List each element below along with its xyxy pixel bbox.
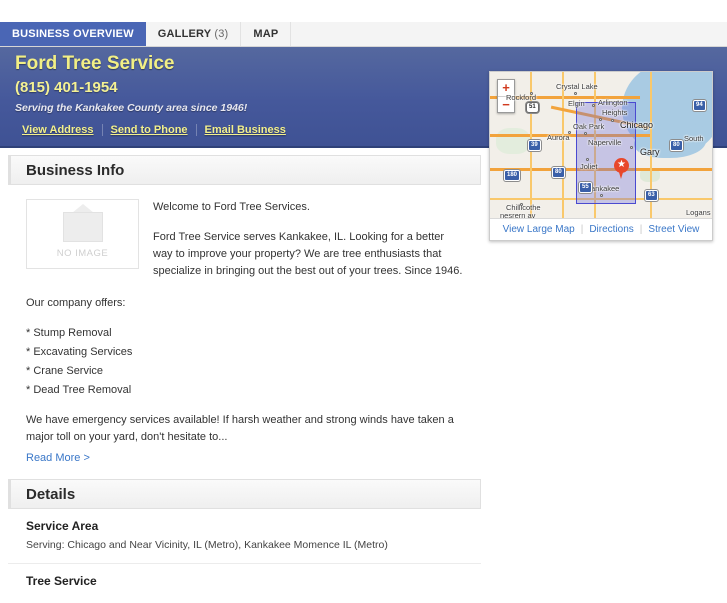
street-view-link[interactable]: Street View bbox=[642, 224, 705, 235]
detail-tree-service: Tree Service bbox=[8, 563, 481, 603]
business-info-title: Business Info bbox=[26, 161, 125, 179]
marker-star-glyph: ★ bbox=[617, 159, 626, 170]
city-dot-icon bbox=[574, 92, 577, 95]
highway-shield-icon: 39 bbox=[528, 140, 541, 151]
city-dot-icon bbox=[600, 194, 603, 197]
view-address-link[interactable]: View Address bbox=[14, 124, 102, 136]
offer-item: * Crane Service bbox=[26, 365, 104, 377]
business-offers-section: Our company offers: * Stump Removal * Ex… bbox=[8, 293, 481, 466]
detail-service-area: Service Area Serving: Chicago and Near V… bbox=[8, 509, 481, 563]
map-label: South bbox=[684, 134, 704, 143]
map-image[interactable]: ★ + − Crystal Lake Rockford Elgin Arlington… bbox=[490, 72, 712, 218]
map-label: Elgin bbox=[568, 99, 585, 108]
offer-item: * Excavating Services bbox=[26, 346, 133, 358]
map-label: Oak Park bbox=[573, 122, 605, 131]
highway-shield-icon: 51 bbox=[526, 102, 539, 113]
directions-link[interactable]: Directions bbox=[583, 224, 639, 235]
map-label: Naperville bbox=[588, 138, 622, 147]
city-dot-icon bbox=[568, 131, 571, 134]
read-more-link[interactable]: Read More > bbox=[26, 452, 90, 464]
business-info-body: NO IMAGE Welcome to Ford Tree Services. … bbox=[8, 185, 481, 293]
city-dot-icon bbox=[586, 158, 589, 161]
road bbox=[562, 72, 564, 218]
highway-shield-icon: 180 bbox=[504, 170, 521, 181]
offer-item: * Stump Removal bbox=[26, 327, 112, 339]
offers-list: * Stump Removal * Excavating Services * … bbox=[26, 325, 465, 399]
tab-map[interactable]: MAP bbox=[241, 22, 292, 46]
view-large-map-link[interactable]: View Large Map bbox=[497, 224, 581, 235]
business-phone: (815) 401-1954 bbox=[15, 79, 118, 96]
detail-heading: Service Area bbox=[26, 519, 99, 533]
tab-bar: BUSINESS OVERVIEW GALLERY (3) MAP bbox=[0, 22, 727, 47]
main-content-column: Business Info NO IMAGE Welcome to Ford T… bbox=[8, 155, 481, 603]
marker-tip bbox=[618, 169, 624, 179]
highway-shield-icon: 55 bbox=[579, 182, 592, 193]
offer-item: * Dead Tree Removal bbox=[26, 384, 132, 396]
map-label: Chicago bbox=[620, 120, 654, 130]
business-info-top-row: NO IMAGE Welcome to Ford Tree Services. … bbox=[26, 199, 465, 293]
highway-shield-icon: 94 bbox=[693, 100, 706, 111]
tab-label: BUSINESS OVERVIEW bbox=[12, 28, 134, 40]
map-label: Heights bbox=[602, 108, 628, 117]
business-info-panel-header: Business Info bbox=[8, 155, 481, 185]
tab-label: GALLERY bbox=[157, 28, 212, 40]
details-panel-header: Details bbox=[8, 479, 481, 509]
highway-shield-icon: 63 bbox=[645, 190, 658, 201]
map-label: Logans bbox=[686, 208, 711, 217]
highway-shield-icon: 80 bbox=[670, 140, 683, 151]
send-to-phone-link[interactable]: Send to Phone bbox=[103, 124, 196, 136]
description-paragraph: Ford Tree Service serves Kankakee, IL. L… bbox=[153, 231, 463, 277]
business-intro-text: Welcome to Ford Tree Services. Ford Tree… bbox=[153, 199, 465, 293]
offers-heading: Our company offers: bbox=[26, 297, 126, 309]
detail-heading: Tree Service bbox=[26, 574, 97, 588]
tab-gallery[interactable]: GALLERY (3) bbox=[146, 22, 242, 46]
map-label: Crystal Lake bbox=[556, 82, 598, 91]
no-image-label: NO IMAGE bbox=[56, 248, 109, 259]
page-title: Ford Tree Service bbox=[15, 53, 175, 74]
city-dot-icon bbox=[530, 92, 533, 95]
detail-value: Serving: Chicago and Near Vicinity, IL (… bbox=[26, 539, 388, 551]
map-label: Gary bbox=[640, 147, 660, 157]
business-tagline: Serving the Kankakee County area since 1… bbox=[15, 102, 248, 114]
map-links-bar: View Large Map | Directions | Street Vie… bbox=[490, 218, 712, 240]
city-dot-icon bbox=[520, 203, 523, 206]
email-business-link[interactable]: Email Business bbox=[197, 124, 294, 136]
green-area bbox=[496, 128, 530, 154]
details-section: Details Service Area Serving: Chicago an… bbox=[8, 479, 481, 603]
picture-frame-body-icon bbox=[62, 212, 103, 242]
tab-gallery-count: (3) bbox=[214, 28, 229, 40]
emergency-paragraph: We have emergency services available! If… bbox=[26, 414, 454, 443]
header-action-links: View Address Send to Phone Email Busines… bbox=[14, 124, 294, 136]
tab-business-overview[interactable]: BUSINESS OVERVIEW bbox=[0, 22, 146, 46]
city-dot-icon bbox=[584, 132, 587, 135]
city-dot-icon bbox=[592, 104, 595, 107]
map-label: nesrern av bbox=[500, 211, 536, 218]
details-title: Details bbox=[26, 485, 76, 503]
intro-paragraph: Welcome to Ford Tree Services. bbox=[153, 201, 310, 213]
city-dot-icon bbox=[630, 146, 633, 149]
city-dot-icon bbox=[611, 119, 614, 122]
tab-label: MAP bbox=[253, 28, 279, 40]
map-label: Aurora bbox=[547, 133, 570, 142]
location-marker-icon[interactable]: ★ bbox=[614, 158, 629, 179]
map-label: Joliet bbox=[580, 162, 598, 171]
map-card: ★ + − Crystal Lake Rockford Elgin Arlington… bbox=[489, 71, 713, 241]
map-label: Arlington bbox=[598, 98, 628, 107]
business-photo-placeholder: NO IMAGE bbox=[26, 199, 139, 269]
city-dot-icon bbox=[599, 118, 602, 121]
highway-shield-icon: 80 bbox=[552, 167, 565, 178]
